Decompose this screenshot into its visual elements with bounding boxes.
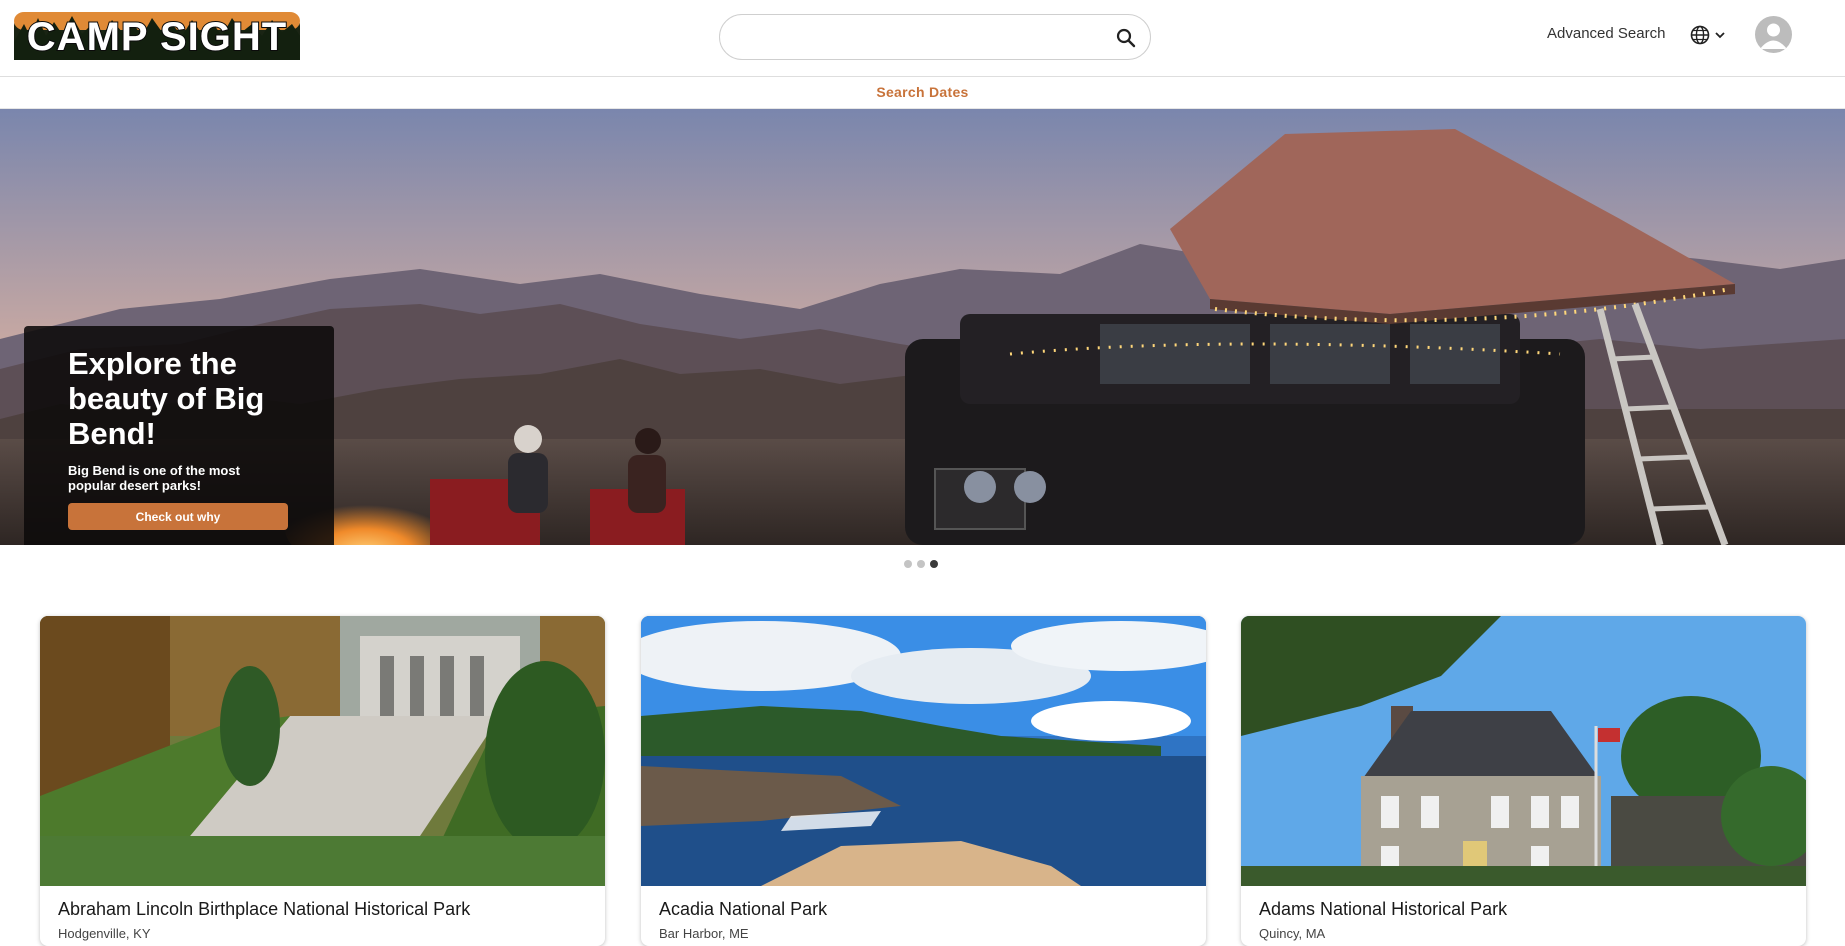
park-card-image [641,616,1206,886]
search-input[interactable] [740,23,1104,53]
language-selector[interactable] [1690,23,1730,47]
hero-promo-card: Explore the beauty of Big Bend! Big Bend… [24,326,334,545]
sub-navigation: Search Dates [0,77,1845,109]
park-card-title: Adams National Historical Park [1259,899,1508,919]
svg-text:CAMP SIGHT: CAMP SIGHT [27,15,287,59]
search-dates-link[interactable]: Search Dates [0,84,1845,100]
carousel-indicators [904,560,938,568]
park-card-title: Abraham Lincoln Birthplace National Hist… [58,899,471,919]
park-card[interactable]: Adams National Historical Park Quincy, M… [1241,616,1806,946]
park-card-image [40,616,605,886]
camp-sight-logo[interactable]: CAMP SIGHT [12,2,302,62]
top-header: CAMP SIGHT Advanced Search [0,0,1845,77]
advanced-search-link[interactable]: Advanced Search [1547,25,1665,42]
user-avatar-icon [1760,23,1787,49]
globe-icon [1690,25,1710,45]
carousel-dot-3[interactable] [930,560,938,568]
park-card-title: Acadia National Park [659,899,828,919]
user-avatar[interactable] [1755,16,1792,53]
search-icon[interactable] [1114,26,1138,50]
chevron-down-icon [1715,32,1725,39]
carousel-dot-2[interactable] [917,560,925,568]
hero-description: Big Bend is one of the most popular dese… [68,463,240,493]
park-card[interactable]: Acadia National Park Bar Harbor, ME [641,616,1206,946]
hero-title: Explore the beauty of Big Bend! [68,346,265,451]
park-card-image [1241,616,1806,886]
search-bar [719,14,1151,60]
park-card[interactable]: Abraham Lincoln Birthplace National Hist… [40,616,605,946]
carousel-dot-1[interactable] [904,560,912,568]
check-out-why-button[interactable]: Check out why [68,503,288,530]
hero-carousel: Explore the beauty of Big Bend! Big Bend… [0,109,1845,545]
